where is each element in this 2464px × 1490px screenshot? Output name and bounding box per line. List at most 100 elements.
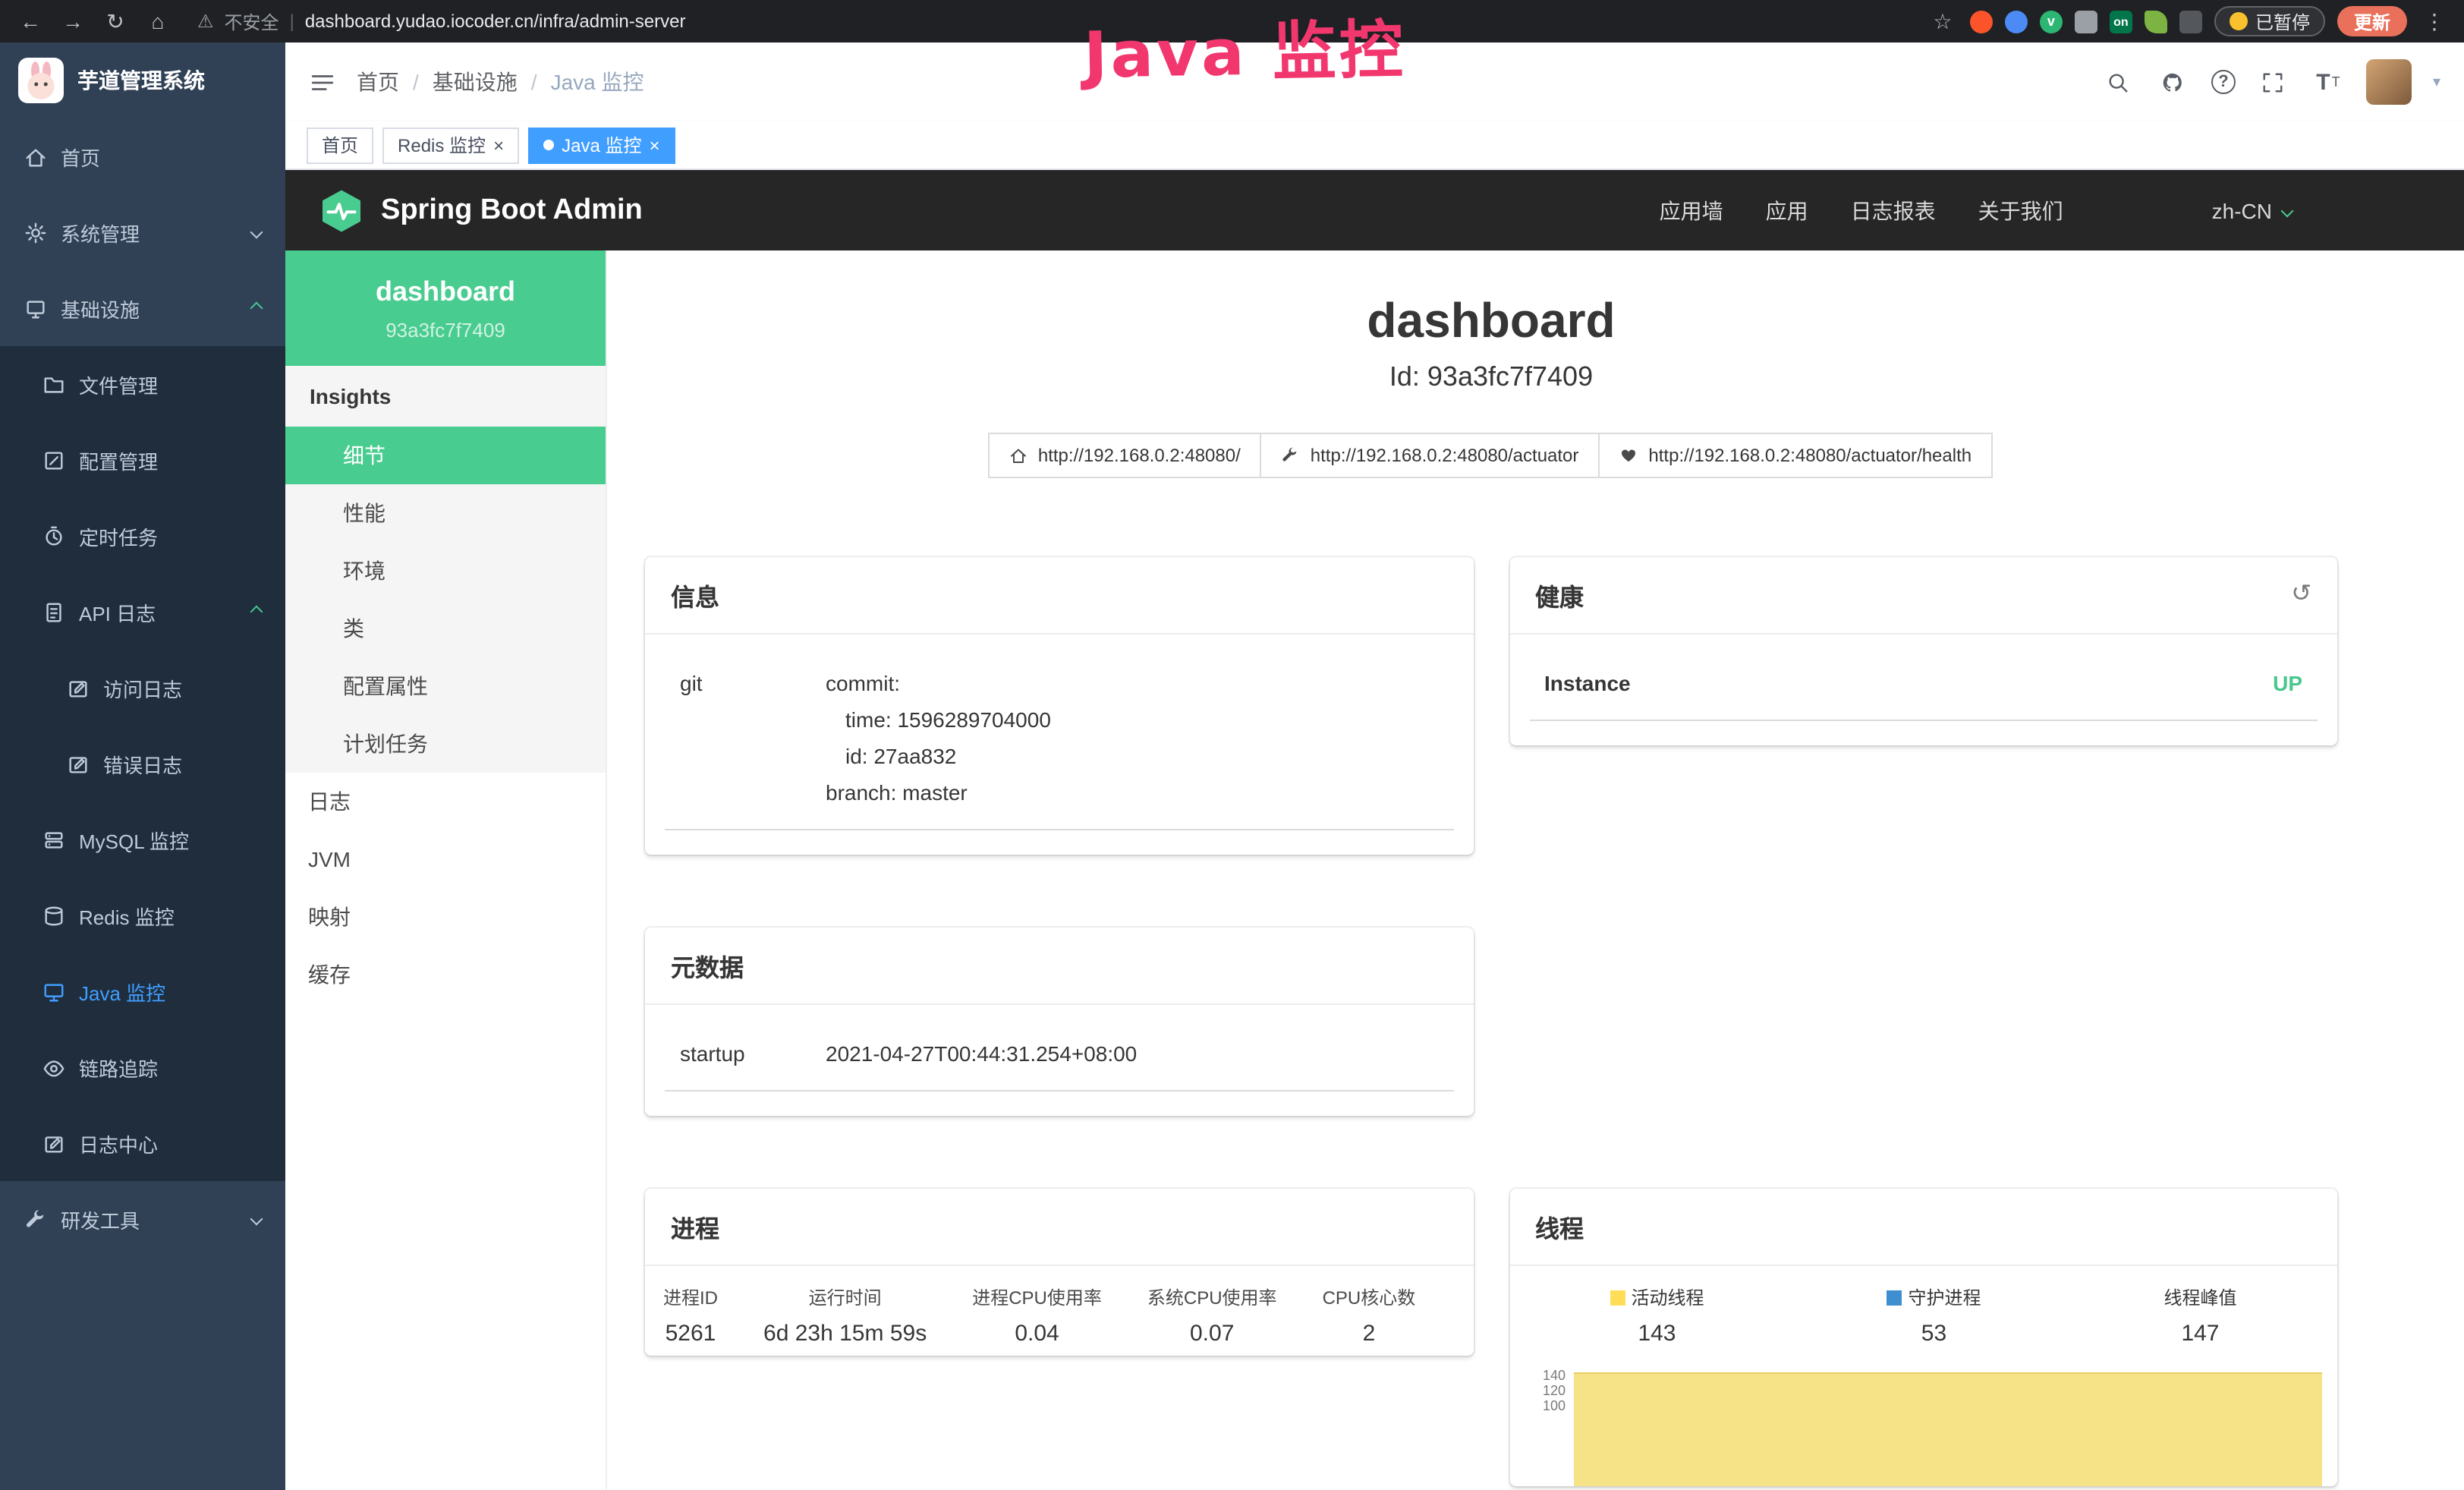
sidebar-item-devtools[interactable]: 研发工具 [0,1181,285,1257]
actuator-url-link[interactable]: http://192.168.0.2:48080/actuator [1260,433,1600,478]
tag-redis-monitor[interactable]: Redis 监控 × [382,127,519,163]
user-avatar[interactable] [2366,59,2412,105]
sidebar-item-infra[interactable]: 基础设施 [0,270,285,346]
sba-item-jvm[interactable]: JVM [285,830,606,888]
instance-header[interactable]: dashboard 93a3fc7f7409 [285,250,606,366]
tag-home[interactable]: 首页 [307,127,373,163]
info-value: commit: time: 1596289704000 id: 27aa832 … [826,665,1438,811]
reload-icon[interactable]: ↻ [100,6,131,36]
sba-item-classes[interactable]: 类 [285,600,606,657]
sidebar-item-log-center[interactable]: 日志中心 [0,1105,285,1181]
warning-icon: ⚠ [197,11,214,32]
breadcrumb-section[interactable]: 基础设施 [433,67,518,97]
sidebar-item-system[interactable]: 系统管理 [0,194,285,270]
browser-home-icon[interactable]: ⌂ [143,6,173,36]
address-divider: | [290,11,294,32]
legend-daemon-threads: 守护进程 53 [1887,1284,1981,1347]
stat-uptime: 运行时间 6d 23h 15m 59s [763,1284,927,1347]
live-threads-area [1573,1372,2322,1486]
url-text[interactable]: dashboard.yudao.iocoder.cn/infra/admin-s… [305,11,686,32]
locale-select[interactable]: zh-CN [2212,198,2292,222]
extension-drop-icon[interactable] [2005,10,2028,33]
sidebar-item-config-manage[interactable]: 配置管理 [0,422,285,498]
infrastructure-icon [24,297,47,320]
close-icon[interactable]: × [649,136,659,154]
forward-icon[interactable]: → [58,6,88,36]
legend-label: 活动线程 [1631,1284,1704,1310]
extension-grid-icon[interactable] [2075,10,2097,33]
extension-leaf-icon[interactable] [2145,10,2167,33]
sidebar-item-label: 首页 [61,142,100,171]
history-icon[interactable]: ↺ [2291,583,2311,607]
sba-brand[interactable]: Spring Boot Admin [319,187,643,233]
sba-item-details[interactable]: 细节 [285,427,606,484]
sidebar-item-api-log[interactable]: API 日志 [0,574,285,650]
legend-label-row: 活动线程 [1610,1284,1704,1310]
extension-vue-icon[interactable]: v [2040,10,2063,33]
breadcrumb-home[interactable]: 首页 [357,67,399,97]
sba-nav-applications[interactable]: 应用 [1766,195,1808,225]
sba-item-logfile[interactable]: 日志 [285,773,606,830]
security-label[interactable]: 不安全 [225,8,279,34]
sba-item-mappings[interactable]: 映射 [285,888,606,946]
sidebar-item-redis-monitor[interactable]: Redis 监控 [0,877,285,953]
root-url-link[interactable]: http://192.168.0.2:48080/ [988,433,1262,478]
sba-nav-journal[interactable]: 日志报表 [1851,195,1936,225]
database-icon [42,904,65,927]
health-instance-row[interactable]: Instance UP [1529,647,2318,721]
instance-name: dashboard [297,276,593,308]
extension-on-badge[interactable]: on [2110,10,2132,33]
legend-label-row: 线程峰值 [2163,1284,2236,1310]
sidebar-item-access-log[interactable]: 访问日志 [0,650,285,726]
hamburger-icon[interactable] [310,69,335,95]
tags-view-bar: 首页 Redis 监控 × Java 监控 × [285,121,2464,170]
update-button[interactable]: 更新 [2337,6,2407,36]
avatar-caret-icon[interactable]: ▾ [2433,74,2440,90]
fullscreen-icon[interactable] [2257,65,2290,99]
sidebar-item-file-manage[interactable]: 文件管理 [0,346,285,422]
sidebar-item-label: Java 监控 [79,977,165,1006]
help-icon[interactable]: ? [2211,70,2236,94]
sidebar-item-trace[interactable]: 链路追踪 [0,1029,285,1105]
address-bar[interactable]: ⚠ 不安全 | dashboard.yudao.iocoder.cn/infra… [185,8,1915,34]
card-title: 健康 [1535,577,1584,613]
sidebar-item-error-log[interactable]: 错误日志 [0,726,285,802]
git-branch-line: branch: master [826,774,1438,811]
card-title: 线程 [1535,1208,1584,1245]
health-heart-icon [1619,446,1638,465]
sba-item-caches[interactable]: 缓存 [285,946,606,1003]
tag-java-monitor[interactable]: Java 监控 × [528,127,675,163]
document-icon [42,600,65,623]
page-title: dashboard [645,293,2337,349]
legend-live-threads: 活动线程 143 [1610,1284,1704,1347]
sidebar-item-scheduled-job[interactable]: 定时任务 [0,498,285,574]
metadata-card: 元数据 startup 2021-04-27T00:44:31.254+08:0… [645,928,1473,1116]
back-icon[interactable]: ← [15,6,46,36]
browser-menu-icon[interactable]: ⋮ [2419,6,2450,36]
sidebar-item-home[interactable]: 首页 [0,118,285,194]
health-url-link[interactable]: http://192.168.0.2:48080/actuator/health [1598,433,1993,478]
sidebar-item-java-monitor[interactable]: Java 监控 [0,953,285,1029]
paused-badge[interactable]: 已暂停 [2214,6,2325,36]
close-icon[interactable]: × [493,136,504,154]
bookmark-star-icon[interactable]: ☆ [1927,6,1958,36]
sba-nav-wallboard[interactable]: 应用墙 [1660,195,1723,225]
sba-item-scheduledtasks[interactable]: 计划任务 [285,715,606,773]
github-icon[interactable] [2157,65,2190,99]
sba-item-metrics[interactable]: 性能 [285,484,606,542]
sba-item-configprops[interactable]: 配置属性 [285,657,606,715]
git-commit-line: commit: [826,665,1438,701]
sba-navbar: Spring Boot Admin 应用墙 应用 日志报表 关于我们 zh-CN [285,170,2464,250]
edit-log-icon [42,1132,65,1155]
app-logo-row[interactable]: 芋道管理系统 [0,43,285,118]
sba-item-environment[interactable]: 环境 [285,542,606,600]
sba-nav-about[interactable]: 关于我们 [1978,195,2063,225]
search-icon[interactable] [2102,65,2135,99]
stat-label: CPU核心数 [1323,1284,1416,1310]
sidebar-item-mysql-monitor[interactable]: MySQL 监控 [0,802,285,877]
sidebar-item-label: 配置管理 [79,446,158,474]
extension-lion-icon[interactable] [1970,10,1993,33]
extensions-puzzle-icon[interactable] [2179,10,2202,33]
tag-label: Java 监控 [562,132,641,158]
font-size-icon[interactable]: TT [2311,65,2345,99]
